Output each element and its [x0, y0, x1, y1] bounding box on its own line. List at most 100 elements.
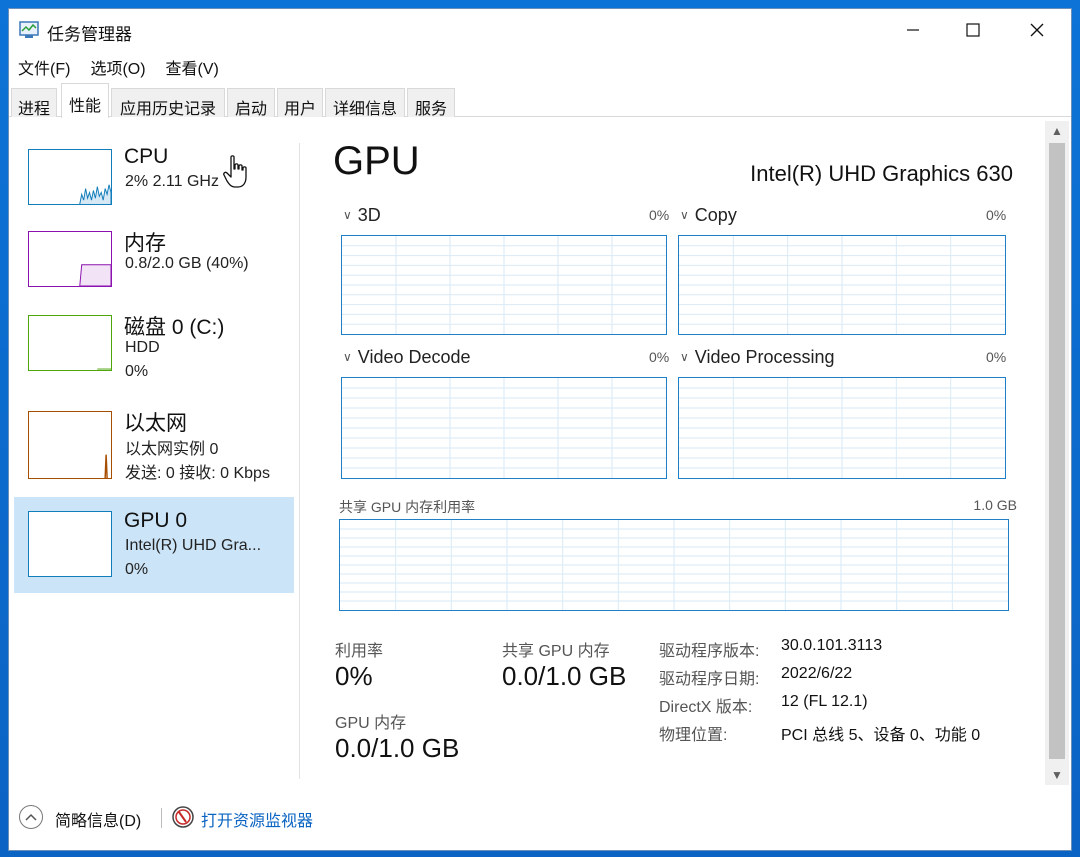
tab-users[interactable]: 用户: [277, 88, 323, 118]
disk-thumbnail-graph: [28, 315, 112, 371]
sidebar-item-subtitle: Intel(R) UHD Gra...: [125, 537, 262, 554]
driver-date-label: 驱动程序日期:: [659, 671, 760, 688]
page-title: GPU: [333, 139, 420, 183]
sidebar-item-subtitle: 2% 2.11 GHz: [125, 173, 219, 190]
sidebar-item-gpu[interactable]: GPU 0 Intel(R) UHD Gra... 0%: [14, 497, 294, 593]
engine-name: Video Processing: [694, 347, 835, 367]
minimize-button[interactable]: [881, 9, 945, 51]
watermark-badge: 值: [952, 824, 972, 845]
engine-percent: 0%: [649, 207, 670, 223]
driver-version-value: 30.0.101.3113: [781, 637, 883, 654]
vertical-scrollbar[interactable]: ▲ ▼: [1045, 121, 1069, 785]
shared-memory-label: 共享 GPU 内存: [502, 643, 610, 660]
chevron-down-icon: ∨: [680, 350, 689, 364]
tab-app-history[interactable]: 应用历史记录: [111, 88, 225, 118]
shared-memory-value: 0.0/1.0 GB: [502, 661, 627, 691]
gpu-detail-panel: GPU Intel(R) UHD Graphics 630 ∨ 3D 0% ∨ Co…: [309, 119, 1049, 789]
physical-location-value: PCI 总线 5、设备 0、功能 0: [781, 727, 981, 744]
chevron-down-icon: ∨: [343, 208, 352, 222]
ethernet-thumbnail-graph: [28, 411, 112, 479]
cpu-thumbnail-graph: [28, 149, 112, 205]
sidebar-item-title: 磁盘 0 (C:): [124, 316, 225, 339]
tab-startup[interactable]: 启动: [227, 88, 275, 118]
engine-percent: 0%: [986, 349, 1007, 365]
engine-video-decode-selector[interactable]: ∨ Video Decode: [343, 347, 471, 368]
sidebar-item-subtitle: HDD: [125, 339, 160, 356]
engine-name: Video Decode: [357, 347, 471, 367]
sidebar-item-disk[interactable]: 磁盘 0 (C:) HDD 0%: [14, 299, 294, 395]
shared-memory-graph-max: 1.0 GB: [973, 497, 1017, 513]
footer-bar: 简略信息(D) 打开资源监视器: [9, 795, 1071, 839]
scroll-up-arrow-icon[interactable]: ▲: [1045, 121, 1069, 141]
sidebar-item-subtitle: 0.8/2.0 GB (40%): [125, 255, 249, 272]
watermark-text: 什么值得买: [976, 825, 1052, 842]
task-manager-icon: [19, 21, 39, 38]
sidebar-item-memory[interactable]: 内存 0.8/2.0 GB (40%): [14, 215, 294, 311]
tab-details[interactable]: 详细信息: [325, 88, 405, 118]
gpu-thumbnail-graph: [28, 511, 112, 577]
chevron-down-icon: ∨: [343, 350, 352, 364]
engine-copy-selector[interactable]: ∨ Copy: [680, 205, 737, 226]
task-manager-window: 任务管理器 文件(F) 选项(O) 查看(V) 进程 性能 应用历史记录 启动 …: [8, 8, 1072, 851]
gpu-memory-label: GPU 内存: [335, 715, 407, 732]
sidebar-item-ethernet[interactable]: 以太网 以太网实例 0 发送: 0 接收: 0 Kbps: [14, 395, 294, 491]
maximize-icon: [966, 23, 980, 37]
close-button[interactable]: [1005, 9, 1069, 51]
open-resource-monitor-link[interactable]: 打开资源监视器: [201, 807, 313, 831]
physical-location-label: 物理位置:: [659, 727, 728, 744]
utilization-value: 0%: [335, 661, 373, 691]
engine-copy-graph: [678, 235, 1006, 335]
scroll-down-arrow-icon[interactable]: ▼: [1045, 765, 1069, 785]
engine-3d-selector[interactable]: ∨ 3D: [343, 205, 381, 226]
directx-version-value: 12 (FL 12.1): [781, 693, 868, 710]
engine-percent: 0%: [986, 207, 1007, 223]
engine-3d-graph: [341, 235, 667, 335]
close-icon: [1030, 23, 1044, 37]
engine-video-processing-graph: [678, 377, 1006, 479]
title-bar[interactable]: 任务管理器: [9, 9, 1071, 53]
engine-name: Copy: [694, 205, 737, 225]
utilization-label: 利用率: [335, 643, 384, 660]
sidebar-item-detail: 0%: [125, 561, 149, 578]
hand-cursor-icon: [223, 155, 247, 188]
sidebar-item-subtitle: 以太网实例 0: [125, 441, 219, 458]
collapse-chevron-up-icon[interactable]: [19, 805, 43, 829]
tab-bar: 进程 性能 应用历史记录 启动 用户 详细信息 服务: [9, 83, 1071, 118]
driver-version-label: 驱动程序版本:: [659, 643, 760, 660]
tab-processes[interactable]: 进程: [11, 88, 57, 118]
engine-name: 3D: [357, 205, 381, 225]
sidebar-item-detail: 0%: [125, 363, 149, 380]
sidebar-item-title: GPU 0: [124, 509, 188, 532]
minimize-icon: [907, 29, 919, 31]
sidebar-item-title: 以太网: [124, 412, 187, 435]
menu-file[interactable]: 文件(F): [9, 53, 80, 79]
shared-memory-graph-label: 共享 GPU 内存利用率: [339, 499, 476, 515]
memory-thumbnail-graph: [28, 231, 112, 287]
tab-performance[interactable]: 性能: [61, 83, 109, 118]
resource-sidebar: CPU 2% 2.11 GHz 内存 0.8/2.0 GB (40%) 磁盘 0…: [9, 119, 299, 789]
scrollbar-thumb[interactable]: [1049, 143, 1065, 759]
gpu-memory-value: 0.0/1.0 GB: [335, 733, 460, 763]
shared-memory-graph: [339, 519, 1009, 611]
sidebar-item-title: CPU: [124, 145, 169, 168]
sidebar-item-detail: 发送: 0 接收: 0 Kbps: [125, 465, 270, 482]
footer-separator: [161, 808, 162, 828]
driver-date-value: 2022/6/22: [781, 665, 853, 682]
tab-services[interactable]: 服务: [407, 88, 455, 118]
menu-bar: 文件(F) 选项(O) 查看(V): [9, 53, 229, 79]
menu-view[interactable]: 查看(V): [156, 53, 229, 79]
maximize-button[interactable]: [941, 9, 1005, 51]
resource-monitor-icon[interactable]: [171, 805, 195, 829]
site-watermark: 值什么值得买: [952, 822, 1052, 845]
sidebar-item-title: 内存: [124, 232, 166, 255]
fewer-details-button[interactable]: 简略信息(D): [55, 807, 141, 831]
engine-video-decode-graph: [341, 377, 667, 479]
sidebar-divider: [299, 143, 300, 779]
menu-options[interactable]: 选项(O): [80, 53, 155, 79]
engine-video-processing-selector[interactable]: ∨ Video Processing: [680, 347, 835, 368]
directx-version-label: DirectX 版本:: [659, 699, 753, 716]
engine-percent: 0%: [649, 349, 670, 365]
gpu-model-name: Intel(R) UHD Graphics 630: [750, 161, 1013, 186]
chevron-down-icon: ∨: [680, 208, 689, 222]
window-title: 任务管理器: [47, 25, 132, 44]
